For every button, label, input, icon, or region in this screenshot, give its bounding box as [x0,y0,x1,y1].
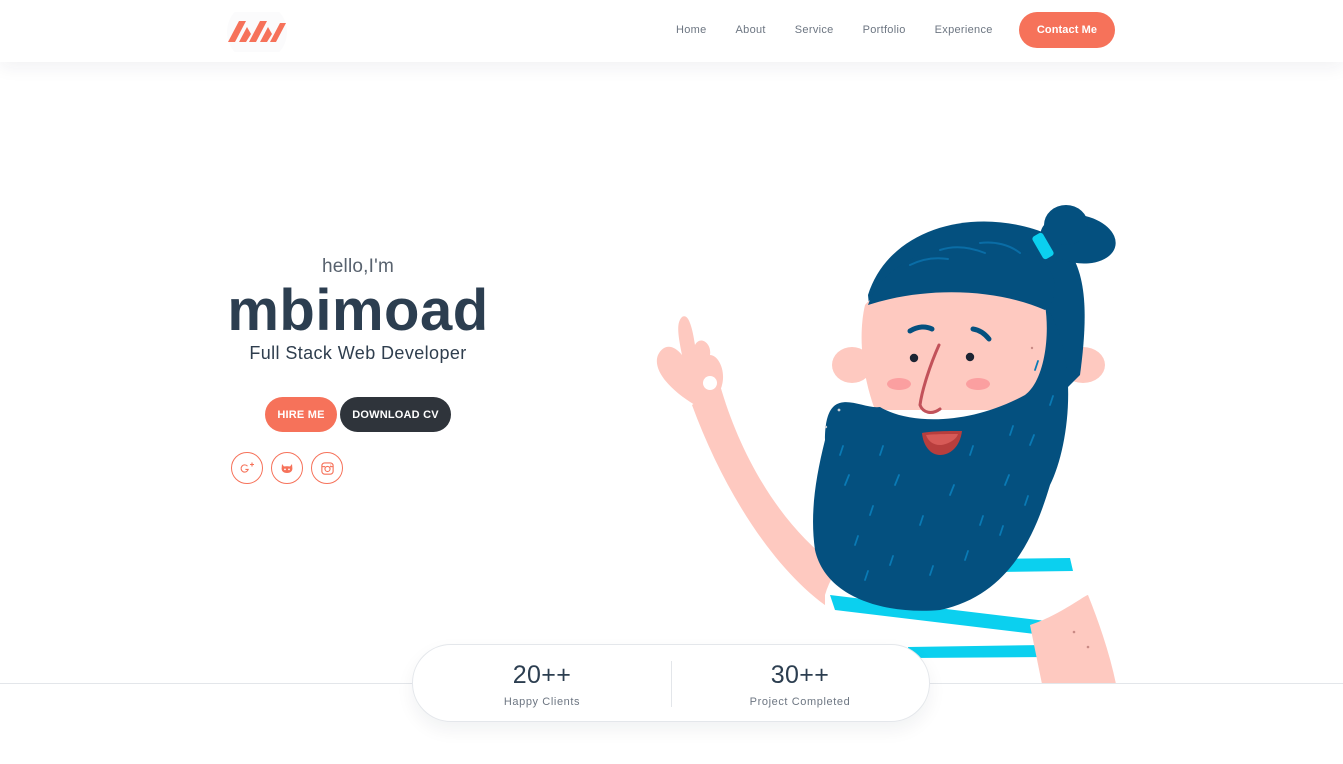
hero-name: mbimoad [227,278,489,343]
stat-value: 20++ [512,661,572,689]
nav-portfolio[interactable]: Portfolio [863,24,906,36]
hero-role: Full Stack Web Developer [249,343,467,363]
nav-home[interactable]: Home [676,24,707,36]
hire-me-button[interactable]: HIRE ME [265,397,337,432]
contact-me-button[interactable]: Contact Me [1019,12,1115,48]
nav-about[interactable]: About [736,24,766,36]
stat-label: Project Completed [749,696,851,708]
stat-projects-completed: 30++ Project Completed [671,645,929,721]
download-cv-button[interactable]: DOWNLOAD CV [340,397,451,432]
hero-actions: HIRE ME DOWNLOAD CV [265,397,451,432]
nav-service[interactable]: Service [795,24,834,36]
site-header: Home About Service Portfolio Experience … [0,0,1343,62]
main-nav: Home About Service Portfolio Experience [676,24,1022,36]
stat-happy-clients: 20++ Happy Clients [413,645,671,721]
github-icon[interactable] [271,452,303,484]
stats-card: 20++ Happy Clients 30++ Project Complete… [412,644,930,722]
stat-separator [671,661,672,707]
google-plus-icon[interactable] [231,452,263,484]
logo-icon[interactable] [222,12,292,52]
hero-greeting: hello,I'm [322,256,394,277]
stat-value: 30++ [770,661,830,689]
stat-label: Happy Clients [503,696,581,708]
hero-intro: hello,I'm mbimoad Full Stack Web Develop… [208,256,508,364]
bearded-man-illustration [656,205,1116,684]
nav-experience[interactable]: Experience [935,24,993,36]
social-links [231,452,351,484]
instagram-icon[interactable] [311,452,343,484]
